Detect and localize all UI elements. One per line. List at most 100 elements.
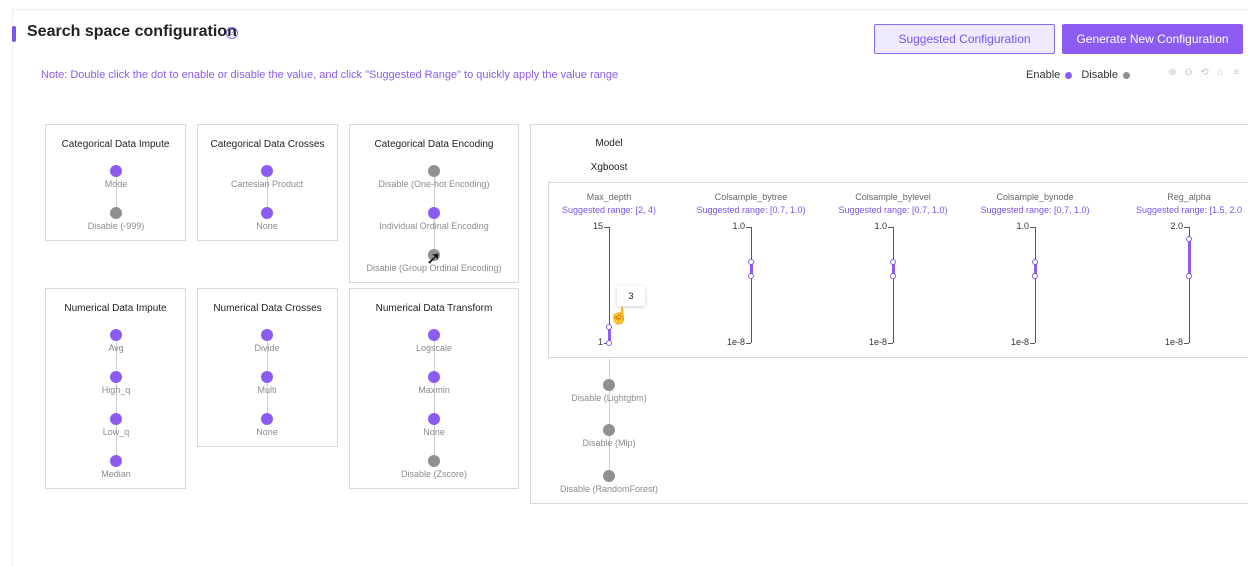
node-label: Mode [104,179,128,189]
zoom-out-icon[interactable]: ⊖ [1183,67,1194,79]
title-accent-bar [12,26,16,42]
node-label: Disable (One-hot Encoding) [378,179,490,189]
axis-bottom-label: 1e-8 [1010,337,1029,347]
suggested-range-link[interactable]: Suggested range: [0.7, 1.0) [980,205,1089,215]
range-handle-bottom[interactable] [1032,272,1038,279]
param-name: Colsample_bytree [714,192,788,202]
suggested-configuration-button[interactable]: Suggested Configuration [874,24,1055,54]
model-connector-line [609,359,610,477]
param-name: Reg_alpha [1167,192,1211,202]
axis-bottom-label: 1e-8 [868,337,887,347]
question-circle-icon[interactable]: ? [226,27,238,39]
node-lightgbm[interactable] [603,379,615,391]
axis-tick [888,343,893,344]
node-label: High_q [101,385,131,395]
axis-tick [1030,343,1035,344]
card-title: Numerical Data Transform [375,303,493,314]
axis-bottom-label: 1e-8 [1164,337,1183,347]
menu-icon[interactable]: ≡ [1231,67,1242,79]
node-none[interactable] [261,413,273,425]
node-label: Disable (-999) [87,221,145,231]
axis-tick [1030,227,1035,228]
param-name: Colsample_bylevel [855,192,931,202]
param-axis [893,227,894,343]
chart-toolbar: ⊕ ⊖ ⟲ ⌂ ≡ [1167,67,1242,79]
node-label: Cartesian Product [230,179,304,189]
node-maxmin[interactable] [428,371,440,383]
node-label: Median [101,469,131,479]
legend-enable-dot[interactable] [1065,71,1073,79]
card-categorical-impute: Categorical Data Impute Mode Disable (-9… [45,124,186,241]
node-multi[interactable] [261,371,273,383]
hand-cursor-icon: ☝ [609,308,629,325]
axis-top-label: 1.0 [1016,221,1029,231]
page-title: Search space configuration [27,23,237,40]
node-zscore[interactable] [428,455,440,467]
axis-tick [746,227,751,228]
suggested-range-link[interactable]: Suggested range: [0.7, 1.0) [696,205,805,215]
node-label: Divide [254,343,280,353]
card-numerical-crosses: Numerical Data Crosses Divide Multi None [197,288,338,447]
node-label: None [256,427,278,437]
range-handle-bottom[interactable] [748,272,754,279]
node-label: Maxmin [418,385,450,395]
range-handle-bottom[interactable] [1186,272,1192,279]
model-selected: Xgboost [590,162,628,173]
node-avg[interactable] [110,329,122,341]
pointer-cursor-icon: ➚ [426,248,442,268]
home-icon[interactable]: ⌂ [1215,67,1226,79]
connector-line [434,335,435,461]
param-name: Colsample_bynode [996,192,1074,202]
card-title: Categorical Data Crosses [210,139,325,150]
range-handle-bottom[interactable] [890,272,896,279]
xgboost-params-box: Max_depth Suggested range: [2, 4) 15 1 Colsa… [548,182,1248,358]
generate-new-configuration-button[interactable]: Generate New Configuration [1062,24,1243,54]
node-label: Disable (Zscore) [400,469,468,479]
zoom-in-icon[interactable]: ⊕ [1167,67,1178,79]
node-label: Multi [257,385,277,395]
node-median[interactable] [110,455,122,467]
suggested-range-link[interactable]: Suggested range: [0.7, 1.0) [838,205,947,215]
axis-tick [1184,227,1189,228]
legend: Enable Disable [1026,69,1130,81]
node-one-hot[interactable] [428,165,440,177]
node-cartesian-product[interactable] [261,165,273,177]
param-name: Max_depth [586,192,632,202]
axis-top-label: 2.0 [1170,221,1183,231]
node-high-q[interactable] [110,371,122,383]
axis-top-label: 1.0 [874,221,887,231]
param-axis [1035,227,1036,343]
legend-disable-dot[interactable] [1123,71,1130,79]
card-title: Categorical Data Encoding [374,139,494,150]
node-mode[interactable] [110,165,122,177]
card-numerical-transform: Numerical Data Transform Logscale Maxmin… [349,288,519,489]
node-label: Individual Ordinal Encoding [379,221,489,231]
range-handle-top[interactable] [1032,258,1038,265]
selected-range-bar [1188,238,1191,276]
axis-tick [746,343,751,344]
card-numerical-impute: Numerical Data Impute Avg High_q Low_q M… [45,288,186,489]
range-handle-bottom[interactable] [606,340,612,346]
zoom-reset-icon[interactable]: ⟲ [1199,67,1210,79]
node-individual-ordinal[interactable] [428,207,440,219]
suggested-range-link[interactable]: Suggested range: [1.5, 2.0 [1136,205,1242,215]
panel-left-border [12,9,13,566]
node-randomforest[interactable] [603,470,615,482]
node-logscale[interactable] [428,329,440,341]
node-label: Disable (RandomForest) [559,484,659,494]
axis-bottom-label: 1 [597,337,603,347]
node-none[interactable] [428,413,440,425]
node-low-q[interactable] [110,413,122,425]
node-divide[interactable] [261,329,273,341]
node-mlp[interactable] [603,424,615,436]
value-tooltip: 3 [617,286,645,306]
range-handle-top[interactable] [748,258,754,265]
node-label: None [256,221,278,231]
suggested-range-link[interactable]: Suggested range: [2, 4) [562,205,656,215]
range-handle-top[interactable] [890,258,896,265]
range-handle-top[interactable] [1186,235,1192,242]
axis-bottom-label: 1e-8 [726,337,745,347]
node-disable[interactable] [110,207,122,219]
axis-top-label: 15 [592,221,603,231]
node-none[interactable] [261,207,273,219]
